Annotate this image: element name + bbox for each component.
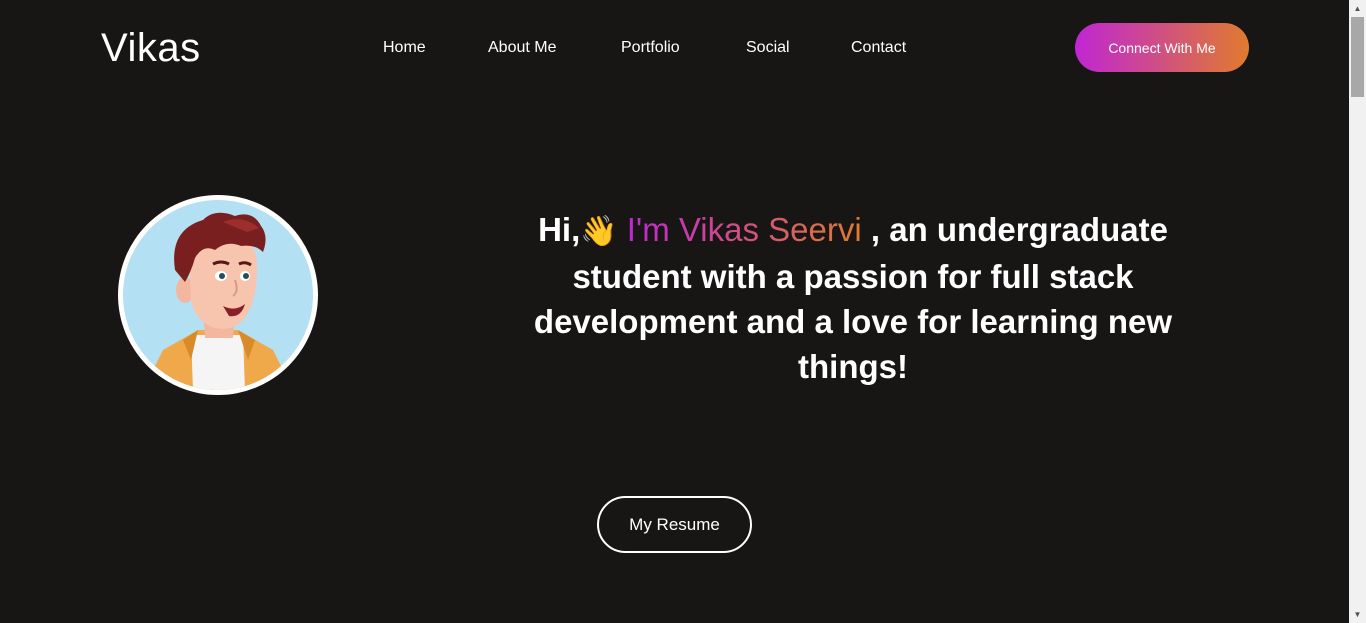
scroll-thumb[interactable] — [1351, 17, 1364, 97]
name-highlight: I'm Vikas Seervi — [627, 211, 862, 248]
scroll-up-arrow-icon[interactable]: ▲ — [1349, 0, 1366, 17]
greeting-text: Hi, — [538, 211, 581, 248]
waving-hand-icon: 👋 — [580, 215, 618, 248]
nav-home[interactable]: Home — [383, 36, 426, 60]
my-resume-button[interactable]: My Resume — [597, 496, 752, 553]
nav-contact[interactable]: Contact — [851, 36, 906, 60]
cartoon-avatar-image — [123, 200, 313, 390]
page-scrollbar[interactable]: ▲ ▼ — [1349, 0, 1366, 623]
nav-portfolio[interactable]: Portfolio — [621, 36, 680, 60]
connect-with-me-button[interactable]: Connect With Me — [1075, 23, 1249, 72]
page: Vikas Home About Me Portfolio Social Con… — [0, 0, 1366, 623]
scroll-down-arrow-icon[interactable]: ▼ — [1349, 606, 1366, 623]
avatar — [118, 195, 318, 395]
site-logo[interactable]: Vikas — [101, 24, 201, 72]
intro-heading: Hi,👋 I'm Vikas Seervi , an undergraduate… — [497, 207, 1209, 389]
nav-social[interactable]: Social — [746, 36, 790, 60]
name-text: I'm Vikas Seervi — [626, 211, 862, 248]
nav-about-me[interactable]: About Me — [488, 36, 556, 60]
